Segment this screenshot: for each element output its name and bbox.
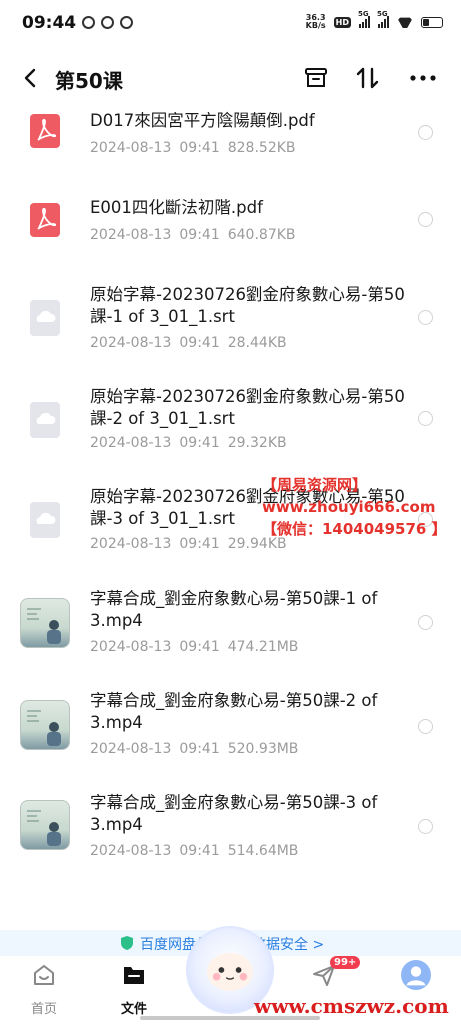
sort-icon[interactable] (355, 65, 381, 91)
more-options-icon[interactable] (408, 66, 438, 90)
file-row-pdf[interactable]: D017來因宮平方陰陽顛倒.pdf 2024-08-13 09:41 828.52K… (0, 100, 461, 190)
app-notification-icon (101, 16, 114, 29)
select-checkbox[interactable] (418, 125, 433, 140)
signal-icon: 5G (377, 10, 389, 28)
file-meta: 2024-08-13 09:41 29.94KB (90, 536, 287, 552)
video-thumbnail (20, 800, 70, 850)
select-checkbox[interactable] (418, 310, 433, 325)
file-name: 原始字幕-20230726劉金府象數心易-第50課-1 of 3_01_1.sr… (90, 285, 405, 326)
file-meta: 2024-08-13 09:41 514.64MB (90, 843, 299, 859)
select-checkbox[interactable] (418, 212, 433, 227)
wifi-icon (397, 16, 413, 28)
network-speed: 36.3 KB/s (305, 13, 326, 30)
file-row-video[interactable]: 字幕合成_劉金府象數心易-第50課-3 of 3.mp4 2024-08-13 0… (0, 786, 461, 890)
battery-icon (421, 16, 443, 28)
video-thumbnail (20, 598, 70, 648)
file-name: 字幕合成_劉金府象數心易-第50課-2 of 3.mp4 (90, 691, 378, 732)
file-row-video[interactable]: 字幕合成_劉金府象數心易-第50課-1 of 3.mp4 2024-08-13 0… (0, 580, 461, 682)
home-indicator (140, 1016, 320, 1020)
video-thumbnail (20, 700, 70, 750)
pdf-file-icon (30, 114, 60, 148)
app-notification-icon (82, 16, 95, 29)
chat-bubble-icon (120, 16, 133, 29)
archive-box-icon[interactable] (304, 66, 328, 90)
file-name: D017來因宮平方陰陽顛倒.pdf (90, 111, 315, 130)
unknown-file-icon (30, 502, 60, 538)
avatar-icon (401, 960, 431, 990)
pdf-file-icon (30, 203, 60, 237)
file-row-pdf[interactable]: E001四化斷法初階.pdf 2024-08-13 09:41 640.87KB (0, 190, 461, 280)
status-bar: 09:44 36.3 KB/s HD 5G 5G (0, 0, 461, 48)
file-name: 原始字幕-20230726劉金府象數心易-第50課-2 of 3_01_1.sr… (90, 387, 405, 428)
header: 第50课 (0, 56, 461, 100)
file-meta: 2024-08-13 09:41 520.93MB (90, 741, 299, 757)
select-checkbox[interactable] (418, 819, 433, 834)
select-checkbox[interactable] (418, 411, 433, 426)
hd-voice-badge: HD (333, 16, 351, 28)
file-row-video[interactable]: 字幕合成_劉金府象數心易-第50課-2 of 3.mp4 2024-08-13 0… (0, 682, 461, 786)
select-checkbox[interactable] (418, 615, 433, 630)
status-time: 09:44 (22, 13, 77, 33)
shield-icon (121, 936, 133, 950)
page-title: 第50课 (55, 69, 123, 93)
nav-home[interactable]: 首页 (14, 956, 74, 1024)
unknown-file-icon (30, 402, 60, 438)
file-meta: 2024-08-13 09:41 640.87KB (90, 227, 296, 243)
nav-files[interactable]: 文件 (104, 956, 164, 1024)
site-watermark: www.cmszwz.com (254, 994, 449, 1018)
file-meta: 2024-08-13 09:41 28.44KB (90, 335, 287, 351)
file-row-subtitle[interactable]: 原始字幕-20230726劉金府象數心易-第50課-1 of 3_01_1.sr… (0, 280, 461, 380)
folder-icon (124, 967, 144, 984)
file-meta: 2024-08-13 09:41 474.21MB (90, 639, 299, 655)
watermark-overlay: 【周易资源网】 www.zhouyi666.com 【微信：1404049576… (262, 476, 447, 538)
back-arrow-icon[interactable] (22, 68, 38, 88)
file-row-subtitle[interactable]: 原始字幕-20230726劉金府象數心易-第50課-2 of 3_01_1.sr… (0, 380, 461, 480)
select-checkbox[interactable] (418, 719, 433, 734)
file-meta: 2024-08-13 09:41 828.52KB (90, 140, 296, 156)
nav-files-label: 文件 (120, 1002, 147, 1017)
unknown-file-icon (30, 300, 60, 336)
file-name: E001四化斷法初階.pdf (90, 198, 263, 217)
signal-icon: 5G (358, 10, 370, 28)
home-face-icon (34, 965, 54, 985)
nav-home-label: 首页 (30, 1002, 57, 1017)
status-indicators: 36.3 KB/s HD 5G 5G (305, 10, 443, 30)
notification-badge: 99+ (330, 956, 361, 969)
file-name: 字幕合成_劉金府象數心易-第50課-3 of 3.mp4 (90, 793, 378, 834)
file-name: 字幕合成_劉金府象數心易-第50課-1 of 3.mp4 (90, 589, 378, 630)
file-meta: 2024-08-13 09:41 29.32KB (90, 435, 287, 451)
notification-icons (82, 16, 133, 29)
